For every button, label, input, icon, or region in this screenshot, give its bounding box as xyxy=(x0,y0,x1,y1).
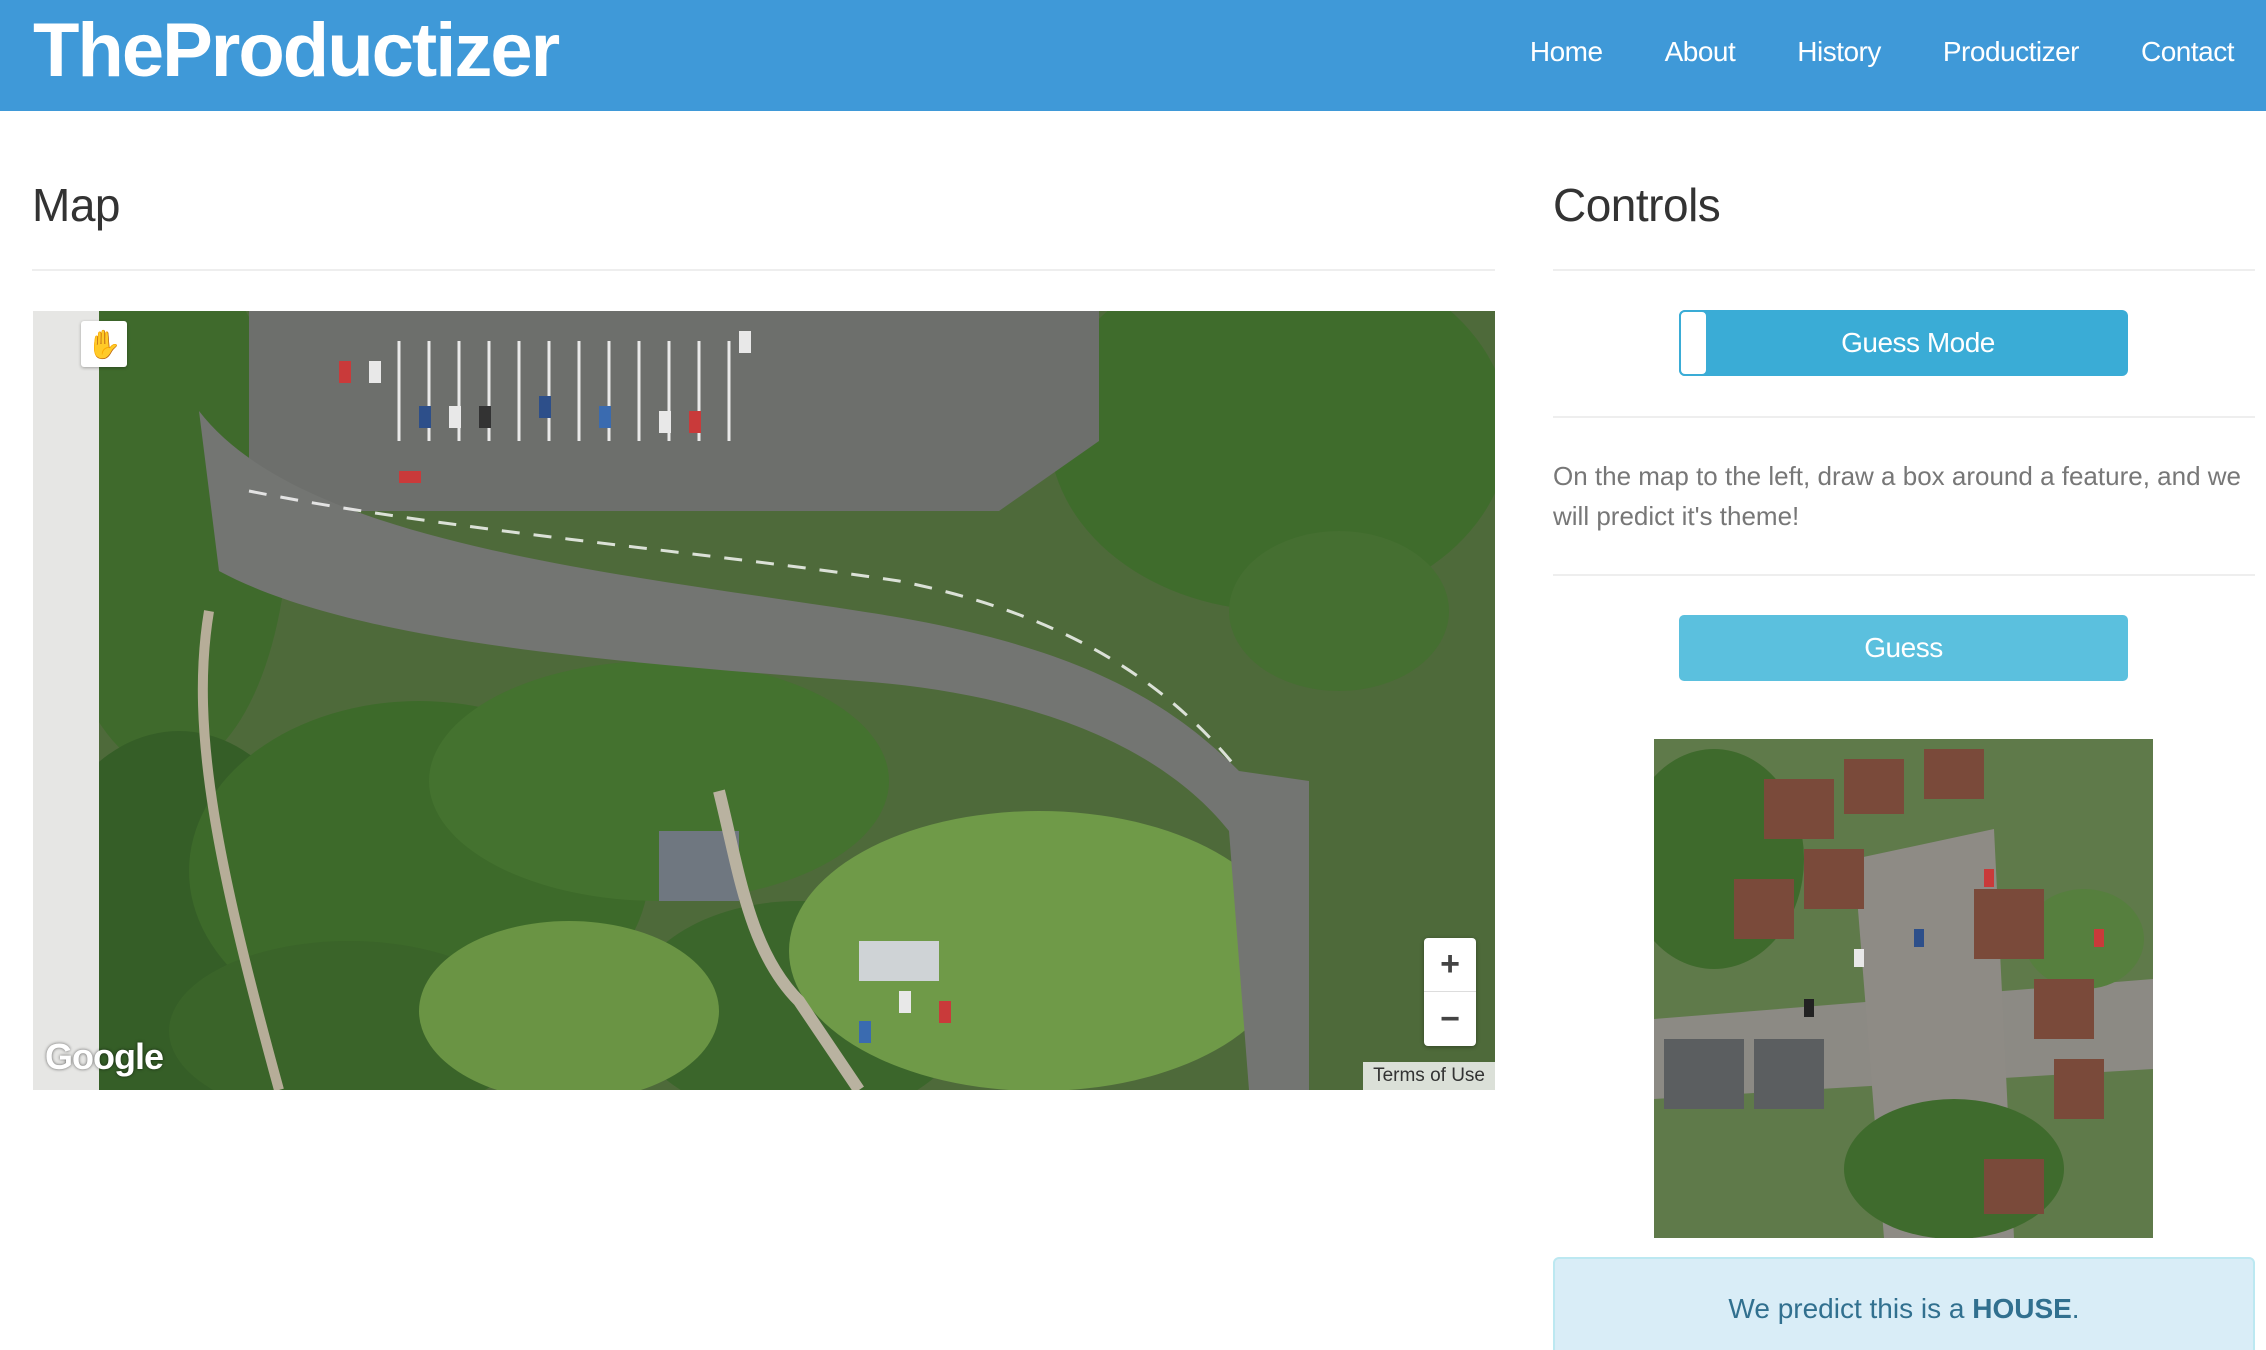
nav-links: Home About History Productizer Contact xyxy=(1530,0,2235,104)
controls-divider xyxy=(1553,269,2255,271)
toggle-knob xyxy=(1679,310,1708,376)
zoom-in-button[interactable]: + xyxy=(1424,938,1476,992)
nav-productizer[interactable]: Productizer xyxy=(1943,36,2080,68)
controls-divider-2 xyxy=(1553,416,2255,418)
preview-aerial xyxy=(1654,739,2153,1238)
guess-mode-toggle[interactable]: Guess Mode xyxy=(1679,310,2128,376)
guess-button[interactable]: Guess xyxy=(1679,615,2128,681)
controls-heading: Controls xyxy=(1553,179,1721,231)
nav-home[interactable]: Home xyxy=(1530,36,1603,68)
terms-of-use-link[interactable]: Terms of Use xyxy=(1363,1062,1495,1090)
nav-history[interactable]: History xyxy=(1797,36,1881,68)
aerial-imagery xyxy=(99,311,1495,1090)
map-gutter xyxy=(33,311,99,1090)
prediction-suffix: . xyxy=(2071,1293,2080,1324)
brand-logo[interactable]: TheProductizer xyxy=(33,6,560,96)
map-heading: Map xyxy=(32,179,120,231)
prediction-value: HOUSE xyxy=(1972,1293,2072,1324)
nav-about[interactable]: About xyxy=(1665,36,1736,68)
instructions-text: On the map to the left, draw a box aroun… xyxy=(1553,461,2241,531)
toggle-label: Guess Mode xyxy=(1841,327,1995,358)
prediction-prefix: We predict this is a xyxy=(1728,1293,1973,1324)
zoom-control: + − xyxy=(1424,938,1476,1046)
navbar: TheProductizer Home About History Produc… xyxy=(0,0,2266,111)
pan-tool-button[interactable]: ✋ xyxy=(81,321,127,367)
map-divider xyxy=(32,269,1495,271)
nav-contact[interactable]: Contact xyxy=(2141,36,2235,68)
google-logo: Google xyxy=(45,1036,164,1077)
prediction-alert: We predict this is a HOUSE. xyxy=(1553,1257,2255,1350)
hand-icon: ✋ xyxy=(86,328,122,360)
selection-preview-image xyxy=(1654,739,2153,1238)
zoom-out-button[interactable]: − xyxy=(1424,992,1476,1046)
map-viewport[interactable]: ✋ + − Google Terms of Use xyxy=(33,311,1495,1090)
controls-divider-3 xyxy=(1553,574,2255,576)
